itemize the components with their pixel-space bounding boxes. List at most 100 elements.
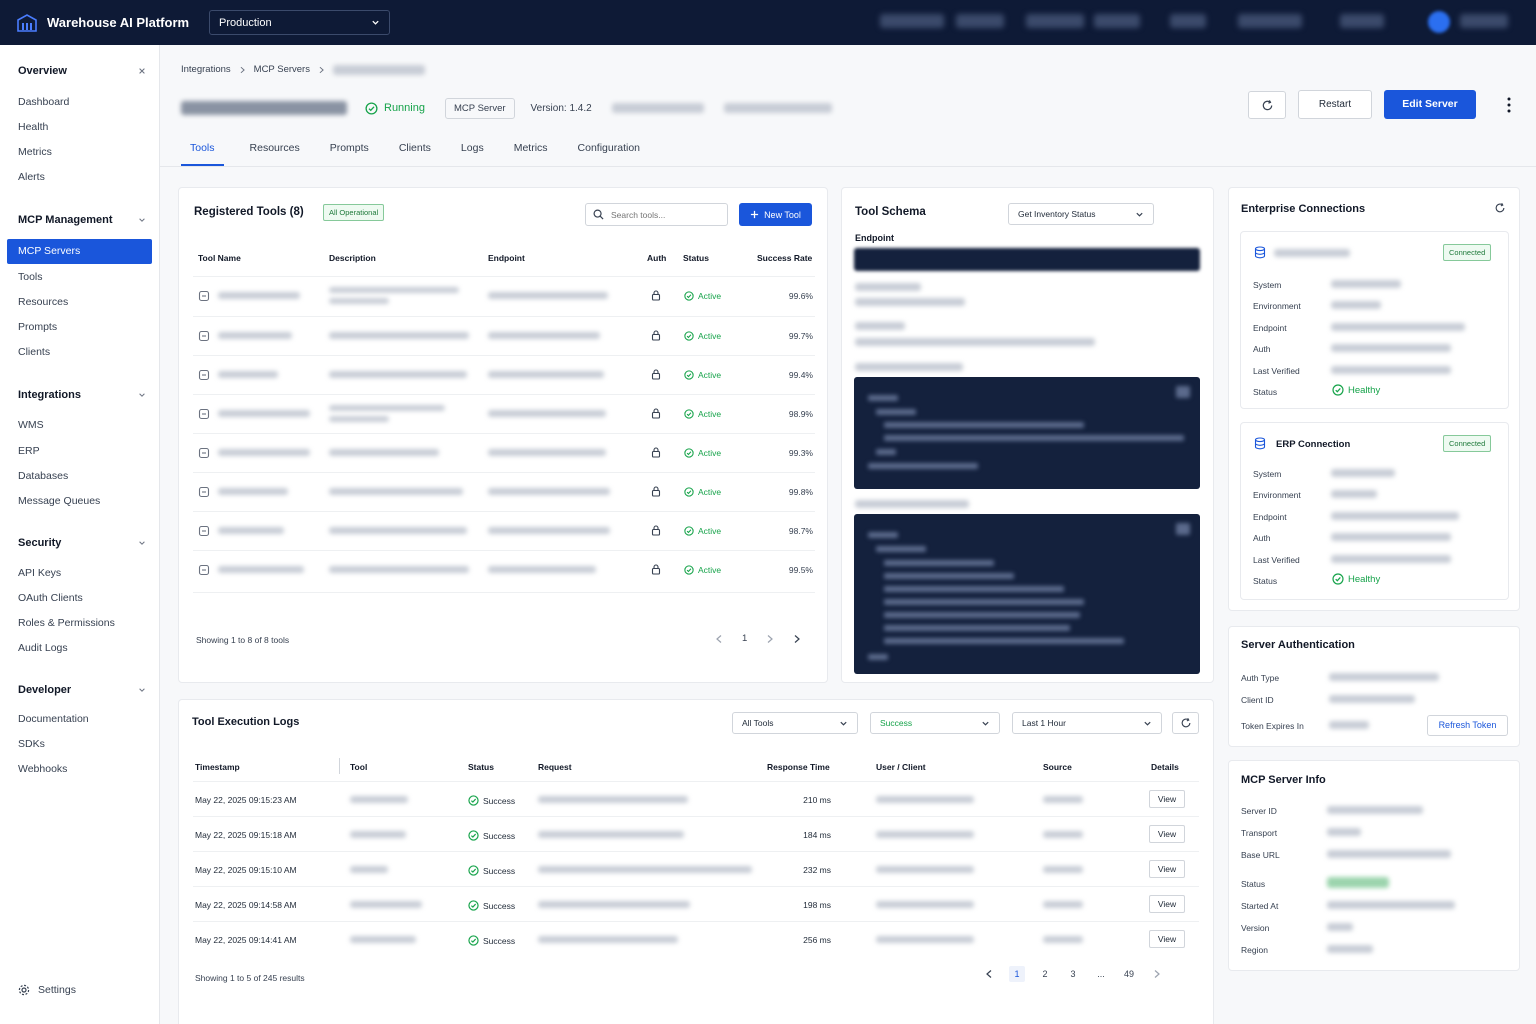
sidebar-item-health[interactable]: Health — [18, 121, 48, 133]
more-options-icon[interactable] — [1503, 96, 1515, 114]
tool-select[interactable]: Get Inventory Status — [1008, 203, 1154, 225]
view-details-button[interactable]: View — [1149, 790, 1185, 808]
sidebar-item-webhooks[interactable]: Webhooks — [18, 763, 67, 775]
breadcrumb-integrations[interactable]: Integrations — [181, 64, 231, 75]
column-header[interactable]: Description — [329, 253, 376, 263]
page-number[interactable]: 1 — [742, 633, 747, 644]
view-details-button[interactable]: View — [1149, 930, 1185, 948]
close-icon[interactable] — [138, 67, 146, 75]
brand[interactable]: Warehouse AI Platform — [16, 12, 189, 34]
sidebar-item-documentation[interactable]: Documentation — [18, 713, 89, 725]
column-resizer[interactable] — [339, 758, 340, 774]
status-pill-blurred[interactable] — [1238, 14, 1302, 28]
sidebar-item-alerts[interactable]: Alerts — [18, 171, 45, 183]
status-pill-blurred[interactable] — [1170, 14, 1206, 28]
user-name-blurred[interactable] — [1460, 14, 1508, 28]
sidebar-item-sdks[interactable]: SDKs — [18, 738, 45, 750]
table-row[interactable]: Active 98.7% — [193, 511, 815, 550]
tab-clients[interactable]: Clients — [399, 134, 431, 166]
avatar[interactable] — [1428, 11, 1450, 33]
search-tools-field[interactable] — [585, 203, 728, 226]
page-number[interactable]: 1 — [1009, 966, 1025, 982]
column-header[interactable]: Tool Name — [198, 253, 241, 263]
column-header[interactable]: Status — [468, 762, 494, 772]
logs-refresh-button[interactable] — [1172, 712, 1199, 734]
tab-tools[interactable]: Tools — [181, 134, 224, 166]
table-row[interactable]: Active 99.4% — [193, 355, 815, 394]
page-number[interactable]: 3 — [1065, 966, 1081, 982]
environment-select[interactable]: Production — [209, 10, 390, 35]
tab-logs[interactable]: Logs — [461, 134, 484, 166]
column-header[interactable]: Endpoint — [488, 253, 525, 263]
column-header[interactable]: Status — [683, 253, 709, 263]
sidebar-item-audit-logs[interactable]: Audit Logs — [18, 642, 68, 654]
chevron-right-icon[interactable] — [793, 634, 801, 644]
sidebar-item-databases[interactable]: Databases — [18, 470, 68, 482]
tab-metrics[interactable]: Metrics — [514, 134, 548, 166]
sidebar-section-integrations[interactable]: Integrations — [18, 389, 146, 401]
sidebar-item-settings[interactable]: Settings — [18, 984, 76, 996]
table-row[interactable]: May 22, 2025 09:14:41 AM Success 256 ms Vie… — [193, 921, 1199, 956]
sidebar-item-wms[interactable]: WMS — [18, 419, 44, 431]
column-header[interactable]: Timestamp — [195, 762, 240, 772]
tab-prompts[interactable]: Prompts — [330, 134, 369, 166]
sidebar-section-overview[interactable]: Overview — [18, 65, 146, 77]
column-header[interactable]: Response Time — [767, 762, 830, 772]
status-pill-blurred[interactable] — [880, 14, 944, 28]
chevron-right-icon[interactable] — [766, 634, 774, 644]
filter-status-select[interactable]: Success — [870, 712, 1000, 734]
status-pill-blurred[interactable] — [1026, 14, 1084, 28]
chevron-left-icon[interactable] — [715, 634, 723, 644]
column-header[interactable]: Auth — [647, 253, 666, 263]
table-row[interactable]: Active 98.9% — [193, 394, 815, 433]
column-header[interactable]: Success Rate — [757, 253, 812, 263]
table-row[interactable]: Active 99.7% — [193, 316, 815, 355]
table-row[interactable]: Active 99.6% — [193, 276, 815, 315]
sidebar-item-message-queues[interactable]: Message Queues — [18, 495, 100, 507]
column-header[interactable]: Details — [1151, 762, 1179, 772]
sidebar-item-api-keys[interactable]: API Keys — [18, 567, 61, 579]
refresh-icon[interactable] — [1494, 202, 1506, 214]
column-header[interactable]: User / Client — [876, 762, 926, 772]
column-header[interactable]: Tool — [350, 762, 367, 772]
view-details-button[interactable]: View — [1149, 895, 1185, 913]
status-pill-blurred[interactable] — [1094, 14, 1140, 28]
chevron-right-icon[interactable] — [1153, 969, 1161, 979]
view-details-button[interactable]: View — [1149, 860, 1185, 878]
page-number[interactable]: 49 — [1121, 966, 1137, 982]
table-row[interactable]: May 22, 2025 09:14:58 AM Success 198 ms Vie… — [193, 886, 1199, 921]
status-pill-blurred[interactable] — [1340, 14, 1384, 28]
sidebar-item-resources[interactable]: Resources — [18, 296, 68, 308]
search-input[interactable] — [611, 209, 711, 220]
sidebar-item-clients[interactable]: Clients — [18, 346, 50, 358]
restart-button[interactable]: Restart — [1298, 90, 1372, 119]
sidebar-section-security[interactable]: Security — [18, 537, 146, 549]
filter-time-select[interactable]: Last 1 Hour — [1012, 712, 1162, 734]
page-number[interactable]: 2 — [1037, 966, 1053, 982]
tab-configuration[interactable]: Configuration — [578, 134, 640, 166]
column-header[interactable]: Request — [538, 762, 572, 772]
filter-tool-select[interactable]: All Tools — [732, 712, 858, 734]
refresh-button[interactable] — [1248, 91, 1286, 119]
sidebar-item-mcp-servers[interactable]: MCP Servers — [7, 239, 152, 264]
breadcrumb-mcp-servers[interactable]: MCP Servers — [254, 64, 310, 75]
chevron-left-icon[interactable] — [985, 969, 993, 979]
sidebar-item-erp[interactable]: ERP — [18, 445, 40, 457]
table-row[interactable]: Active 99.5% — [193, 550, 815, 589]
sidebar-item-prompts[interactable]: Prompts — [18, 321, 57, 333]
table-row[interactable]: May 22, 2025 09:15:10 AM Success 232 ms Vie… — [193, 851, 1199, 886]
tab-resources[interactable]: Resources — [250, 134, 300, 166]
sidebar-item-dashboard[interactable]: Dashboard — [18, 96, 69, 108]
table-row[interactable]: Active 99.3% — [193, 433, 815, 472]
view-details-button[interactable]: View — [1149, 825, 1185, 843]
table-row[interactable]: Active 99.8% — [193, 472, 815, 511]
sidebar-item-tools[interactable]: Tools — [18, 271, 43, 283]
sidebar-item-metrics[interactable]: Metrics — [18, 146, 52, 158]
sidebar-item-oauth-clients[interactable]: OAuth Clients — [18, 592, 83, 604]
table-row[interactable]: May 22, 2025 09:15:23 AM Success 210 ms Vie… — [193, 781, 1199, 816]
edit-server-button[interactable]: Edit Server — [1384, 90, 1476, 119]
status-pill-blurred[interactable] — [956, 14, 1004, 28]
sidebar-section-mcp[interactable]: MCP Management — [18, 214, 146, 226]
refresh-token-button[interactable]: Refresh Token — [1427, 715, 1508, 736]
new-tool-button[interactable]: New Tool — [739, 203, 812, 226]
